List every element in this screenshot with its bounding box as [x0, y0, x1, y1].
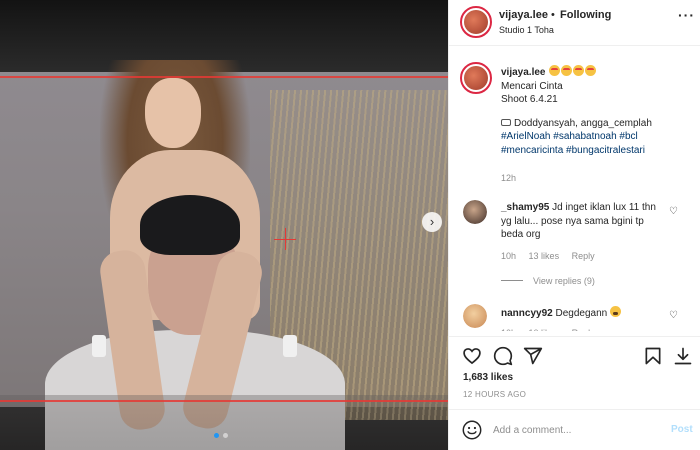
heart-icon[interactable]	[462, 346, 482, 366]
post-media[interactable]: ›	[0, 0, 448, 450]
post-comment-button[interactable]: Post	[671, 424, 693, 435]
star-struck-emoji-icon	[573, 65, 585, 76]
crosshair-icon	[274, 239, 296, 240]
comment-text-block: nanncyy92 Degdegann	[501, 306, 666, 321]
comment-text-block: _shamy95 Jd inget iklan lux 11 thn yg la…	[501, 201, 666, 242]
emoji-icon[interactable]	[461, 419, 483, 441]
camera-icon	[501, 118, 511, 126]
download-icon[interactable]	[673, 346, 693, 366]
view-replies-button[interactable]: View replies (9)	[501, 276, 595, 286]
follow-status-button[interactable]: Following	[560, 9, 611, 21]
comment-input[interactable]	[493, 422, 653, 438]
author-username[interactable]: vijaya.lee	[499, 9, 548, 21]
add-comment-bar: Post	[449, 409, 700, 450]
comment-icon[interactable]	[493, 346, 513, 366]
star-struck-emoji-icon	[585, 65, 597, 76]
photo-backdrop-bottom	[0, 395, 448, 450]
chevron-right-icon: ›	[429, 214, 435, 229]
comment-like-icon[interactable]: ♡	[669, 310, 678, 321]
commenter-username[interactable]: _shamy95	[501, 202, 549, 213]
caption-hashtags[interactable]: #ArielNoah #sahabatnoah #bcl	[501, 130, 693, 144]
comment-time: 10h	[501, 251, 517, 261]
caption-body: vijaya.lee Mencari Cinta Shoot 6.4.21 Do…	[501, 65, 693, 157]
caption-line: Mencari Cinta	[501, 80, 563, 92]
carousel-dot-active	[214, 433, 219, 438]
post-timestamp: 12 HOURS AGO	[463, 390, 527, 399]
share-icon[interactable]	[523, 346, 543, 366]
next-slide-button[interactable]: ›	[422, 212, 442, 232]
carousel-dot	[223, 433, 228, 438]
more-horizontal-icon[interactable]: ···	[678, 7, 695, 23]
header-separator: •	[551, 9, 555, 21]
caption-time: 12h	[501, 173, 517, 183]
comment-text: Degdegann	[555, 308, 608, 319]
author-avatar[interactable]	[460, 6, 492, 38]
caption-hashtags[interactable]: #mencaricinta #bungacitralestari	[501, 144, 693, 158]
frame-guide-bottom	[0, 400, 448, 402]
caption-credits: Doddyansyah, angga_cemplah	[514, 117, 652, 129]
post-header: vijaya.lee • Following Studio 1 Toha ···	[449, 0, 700, 46]
commenter-avatar[interactable]	[463, 304, 487, 328]
likes-count[interactable]: 1,683 likes	[463, 372, 513, 383]
comment-reply-button[interactable]: Reply	[572, 251, 595, 261]
frame-guide-top	[0, 76, 448, 78]
comment-like-icon[interactable]: ♡	[669, 206, 678, 217]
star-struck-emoji-icon	[561, 65, 573, 76]
comment-meta: 10h 13 likes Reply	[501, 251, 605, 261]
carousel-indicator	[214, 433, 228, 438]
photo-man-hair	[140, 195, 240, 255]
commenter-username[interactable]: nanncyy92	[501, 308, 553, 319]
post-details-panel: vijaya.lee • Following Studio 1 Toha ···…	[448, 0, 700, 450]
comment-likes[interactable]: 13 likes	[529, 251, 560, 261]
photo-woman-face	[145, 78, 201, 148]
caption-author-avatar[interactable]	[460, 62, 492, 94]
photo-bottle	[283, 335, 297, 357]
commenter-avatar[interactable]	[463, 200, 487, 224]
caption-line: Shoot 6.4.21	[501, 94, 558, 105]
bookmark-icon[interactable]	[643, 346, 663, 366]
action-bar	[449, 336, 700, 376]
post-location[interactable]: Studio 1 Toha	[499, 25, 554, 35]
photo-bottle	[92, 335, 106, 357]
star-struck-emoji-icon	[549, 65, 561, 76]
crying-emoji-icon	[609, 306, 621, 317]
caption-username[interactable]: vijaya.lee	[501, 67, 545, 78]
